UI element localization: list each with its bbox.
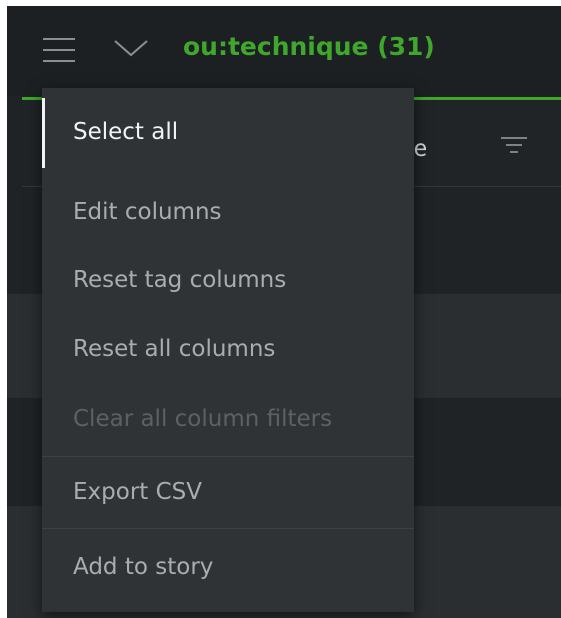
menu-item-label: Add to story — [73, 554, 214, 580]
chevron-down-icon[interactable] — [113, 38, 149, 58]
menu-item-export-csv[interactable]: Export CSV — [42, 457, 414, 527]
tag-view-panel: ou:technique (31) ique Select all Edit c… — [7, 6, 561, 618]
menu-item-label: Clear all column filters — [73, 406, 333, 432]
page-title: ou:technique (31) — [183, 32, 435, 61]
header-bar: ou:technique (31) — [7, 6, 561, 96]
selection-indicator — [42, 98, 45, 168]
menu-item-edit-columns[interactable]: Edit columns — [42, 178, 414, 246]
menu-item-clear-all-column-filters: Clear all column filters — [42, 384, 414, 454]
menu-item-label: Edit columns — [73, 199, 222, 225]
menu-item-select-all[interactable]: Select all — [42, 88, 414, 178]
menu-item-label: Reset tag columns — [73, 267, 287, 293]
menu-item-add-to-story[interactable]: Add to story — [42, 529, 414, 607]
options-dropdown-menu: Select all Edit columns Reset tag column… — [42, 88, 414, 612]
menu-item-label: Select all — [73, 119, 179, 145]
menu-item-reset-tag-columns[interactable]: Reset tag columns — [42, 246, 414, 314]
filter-icon[interactable] — [500, 132, 528, 160]
menu-item-label: Export CSV — [73, 479, 202, 505]
menu-item-reset-all-columns[interactable]: Reset all columns — [42, 314, 414, 384]
menu-item-label: Reset all columns — [73, 336, 276, 362]
hamburger-menu-icon[interactable] — [43, 36, 75, 64]
